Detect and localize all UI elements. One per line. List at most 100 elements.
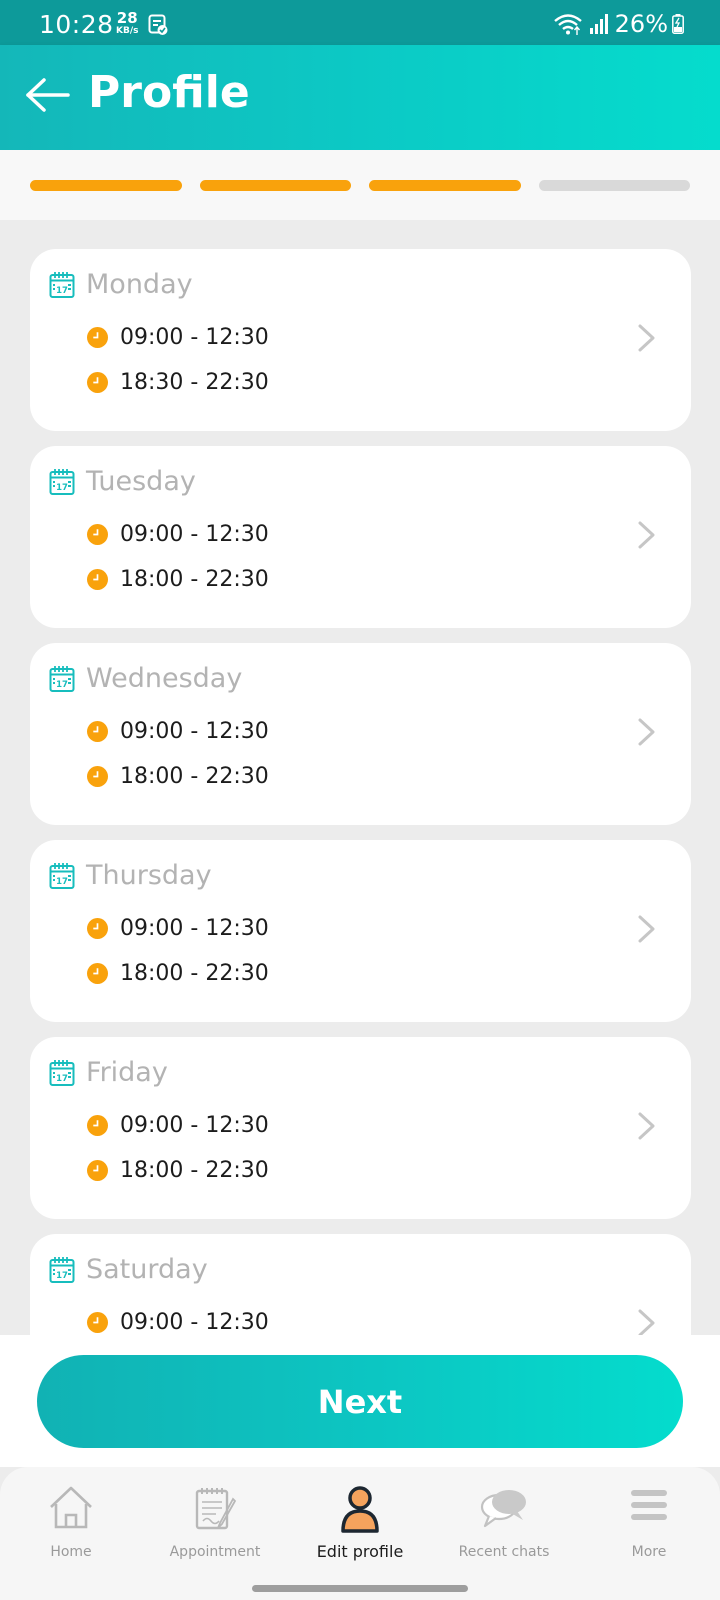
wifi-icon: [553, 14, 582, 35]
chat-bubbles-icon: [480, 1490, 526, 1528]
time-slot-text: 09:00 - 12:30: [120, 324, 269, 350]
clock-icon: [87, 1159, 108, 1181]
svg-text:17: 17: [56, 1271, 68, 1281]
chevron-right-icon[interactable]: [637, 323, 657, 357]
svg-text:17: 17: [56, 680, 68, 690]
day-card-wednesday[interactable]: 17 Wednesday 09:00 - 12:30 18:00 - 22:30: [30, 643, 691, 825]
battery-percent: 26%: [614, 10, 668, 38]
calendar-icon: 17: [49, 1059, 75, 1091]
calendar-icon: 17: [49, 468, 75, 500]
clock-icon: [87, 371, 108, 393]
time-slot: 09:00 - 12:30: [87, 519, 269, 549]
time-slot-text: 18:00 - 22:30: [120, 1157, 269, 1183]
schedule-list[interactable]: 17 Monday 09:00 - 12:30 18:30 - 22:30 17 Tues…: [0, 220, 720, 1335]
time-slot: 18:00 - 22:30: [87, 564, 269, 594]
note-notification-icon: [148, 14, 168, 35]
calendar-icon: 17: [49, 271, 75, 303]
time-slot: 18:30 - 22:30: [87, 367, 269, 397]
clock-icon: [87, 917, 108, 939]
network-speed-unit: KB/s: [116, 26, 139, 36]
chevron-right-icon[interactable]: [637, 914, 657, 948]
time-slot-text: 09:00 - 12:30: [120, 521, 269, 547]
nav-item-edit-profile[interactable]: Edit profile: [290, 1485, 430, 1575]
time-slot: 09:00 - 12:30: [87, 913, 269, 943]
network-speed-value: 28: [116, 9, 138, 27]
nav-item-appointment[interactable]: Appointment: [145, 1485, 285, 1575]
day-card-monday[interactable]: 17 Monday 09:00 - 12:30 18:30 - 22:30: [30, 249, 691, 431]
clock-icon: [87, 1114, 108, 1136]
progress-segment: [369, 180, 521, 191]
nav-label-edit-profile: Edit profile: [316, 1542, 404, 1561]
calendar-icon: 17: [49, 665, 75, 697]
nav-item-more[interactable]: More: [579, 1485, 719, 1575]
nav-label-recent-chats: Recent chats: [458, 1544, 550, 1560]
home-indicator[interactable]: [252, 1585, 468, 1592]
next-area: Next: [0, 1335, 720, 1467]
nav-item-home[interactable]: Home: [1, 1485, 141, 1575]
svg-text:17: 17: [56, 286, 68, 296]
day-label: Thursday: [86, 860, 212, 891]
battery-charging-icon: [672, 14, 684, 34]
day-label: Tuesday: [86, 466, 196, 497]
day-card-tuesday[interactable]: 17 Tuesday 09:00 - 12:30 18:00 - 22:30: [30, 446, 691, 628]
time-slot: 09:00 - 12:30: [87, 1307, 269, 1335]
time-slot-text: 18:30 - 22:30: [120, 369, 269, 395]
clock-icon: [87, 720, 108, 742]
back-button[interactable]: [24, 75, 72, 115]
chevron-right-icon[interactable]: [637, 520, 657, 554]
nav-label-more: More: [631, 1544, 667, 1560]
person-icon: [341, 1486, 379, 1533]
next-button[interactable]: Next: [37, 1355, 683, 1448]
signal-icon: [589, 14, 608, 34]
time-slot: 09:00 - 12:30: [87, 322, 269, 352]
calendar-icon: 17: [49, 862, 75, 894]
time-slot-text: 18:00 - 22:30: [120, 566, 269, 592]
time-slot-text: 09:00 - 12:30: [120, 718, 269, 744]
clock-icon: [87, 765, 108, 787]
clock-icon: [87, 568, 108, 590]
chevron-right-icon[interactable]: [637, 1111, 657, 1145]
time-slot: 18:00 - 22:30: [87, 958, 269, 988]
calendar-icon: 17: [49, 1256, 75, 1288]
progress-segment: [30, 180, 182, 191]
nav-item-recent-chats[interactable]: Recent chats: [434, 1485, 574, 1575]
time-slot: 09:00 - 12:30: [87, 1110, 269, 1140]
time-slot-text: 09:00 - 12:30: [120, 915, 269, 941]
time-slot-text: 09:00 - 12:30: [120, 1112, 269, 1138]
status-bar: 10:28 28 KB/s 26%: [0, 0, 720, 45]
day-card-thursday[interactable]: 17 Thursday 09:00 - 12:30 18:00 - 22:30: [30, 840, 691, 1022]
step-progress: [0, 150, 720, 220]
home-icon: [50, 1486, 92, 1529]
chevron-right-icon[interactable]: [637, 1308, 657, 1335]
svg-text:17: 17: [56, 483, 68, 493]
clock-icon: [87, 326, 108, 348]
chevron-right-icon[interactable]: [637, 717, 657, 751]
time-slot-text: 18:00 - 22:30: [120, 763, 269, 789]
menu-icon: [631, 1490, 667, 1520]
time-slot: 18:00 - 22:30: [87, 1155, 269, 1185]
progress-segment: [538, 180, 690, 191]
time-slot-text: 09:00 - 12:30: [120, 1309, 269, 1335]
clock-icon: [87, 523, 108, 545]
bottom-navigation: Home Appointment Edit profile Recent cha…: [0, 1467, 720, 1600]
day-card-friday[interactable]: 17 Friday 09:00 - 12:30 18:00 - 22:30: [30, 1037, 691, 1219]
appointment-icon: [195, 1488, 237, 1530]
time-slot: 09:00 - 12:30: [87, 716, 269, 746]
day-label: Saturday: [86, 1254, 208, 1285]
day-label: Monday: [86, 269, 193, 300]
clock-icon: [87, 1311, 108, 1333]
app-bar: Profile: [0, 45, 720, 150]
time-slot: 18:00 - 22:30: [87, 761, 269, 791]
svg-text:17: 17: [56, 877, 68, 887]
arrow-left-icon: [26, 78, 70, 112]
network-speed: 28 KB/s: [116, 11, 138, 36]
day-label: Wednesday: [86, 663, 243, 694]
nav-label-home: Home: [50, 1544, 92, 1560]
day-label: Friday: [86, 1057, 168, 1088]
time-slot-text: 18:00 - 22:30: [120, 960, 269, 986]
page-title: Profile: [88, 67, 250, 118]
day-card-saturday[interactable]: 17Saturday09:00 - 12:3018:00 - 22:30: [30, 1234, 691, 1335]
status-time: 10:28: [39, 10, 114, 39]
clock-icon: [87, 962, 108, 984]
svg-text:17: 17: [56, 1074, 68, 1084]
